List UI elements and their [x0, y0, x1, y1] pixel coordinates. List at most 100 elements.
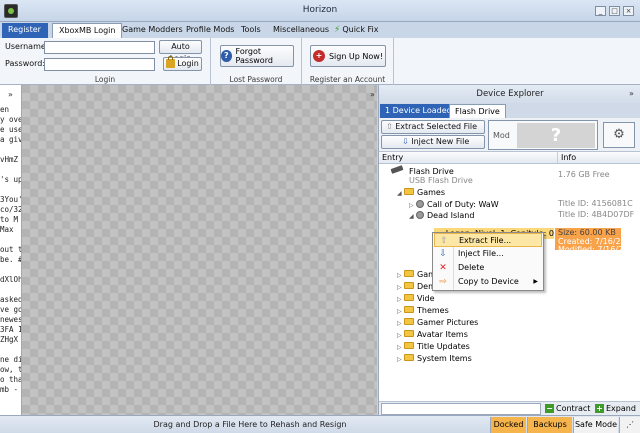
mod-image: ? — [517, 123, 595, 148]
tree-game-dead-island[interactable]: ◢ Dead Island — [409, 210, 474, 221]
signup-icon: + — [312, 50, 325, 62]
folder-label: Themes — [417, 306, 449, 315]
inject-new-button[interactable]: ⇩ Inject New File — [381, 135, 485, 149]
docked-button[interactable]: Docked — [490, 417, 526, 433]
status-bar: Drag and Drop a File Here to Rehash and … — [0, 415, 640, 433]
login-button-label: Login — [177, 59, 199, 68]
username-field[interactable] — [44, 41, 155, 54]
game1-title-id: Title ID: 4156081C — [558, 199, 633, 208]
close-icon[interactable]: × — [623, 6, 634, 16]
column-entry[interactable]: Entry — [382, 152, 403, 163]
extract-icon: ⇧ — [386, 122, 396, 131]
left-text-line: newes — [0, 315, 22, 324]
expand-button[interactable]: + Expand — [594, 403, 636, 415]
extract-selected-button[interactable]: ⇧ Extract Selected File — [381, 120, 485, 134]
left-text-panel: eny ovee usea give vHmZ 's up 3You'co/32to … — [0, 85, 22, 415]
column-info[interactable]: Info — [557, 152, 640, 163]
folder-icon — [404, 270, 414, 277]
forgot-password-button[interactable]: ? Forgot Password — [220, 45, 294, 67]
minimize-icon[interactable]: _ — [595, 6, 606, 16]
inject-icon: ⇩ — [439, 249, 447, 259]
tree-folder-partial[interactable]: ▷ Dem — [397, 281, 436, 292]
tab-quick-fix[interactable]: ⚡ Quick Fix — [328, 23, 384, 38]
collapse-left-icon[interactable]: » — [8, 90, 13, 99]
tree-folder-themes[interactable]: ▷ Themes — [397, 305, 449, 316]
extract-selected-label: Extract Selected File — [395, 122, 478, 131]
left-text-line: en — [0, 105, 10, 114]
left-text-line: ow, th — [0, 365, 21, 374]
tree-folder-gamer-pictures[interactable]: ▷ Gamer Pictures — [397, 317, 478, 328]
auto-login-button[interactable]: Auto Login — [159, 40, 202, 63]
menu-copy-to-device[interactable]: ⇨ Copy to Device ▶ — [434, 275, 542, 289]
tree-folder-avatar-items[interactable]: ▷ Avatar Items — [397, 329, 468, 340]
collapse-triangle-icon[interactable]: ▷ — [397, 318, 404, 329]
settings-gear-icon[interactable]: ⚙ — [603, 122, 635, 148]
register-group-label: Register an Account — [309, 75, 386, 84]
login-button[interactable]: Login — [163, 56, 202, 71]
tree-folder-partial[interactable]: ▷ Vide — [397, 293, 435, 304]
inject-new-label: Inject New File — [411, 137, 470, 146]
folder-label: System Items — [417, 354, 472, 363]
backups-button[interactable]: Backups — [527, 417, 572, 433]
lightning-icon: ⚡ — [334, 25, 341, 35]
tree-folder-games[interactable]: ◢ Games — [397, 187, 445, 198]
tree-columns: Entry Info — [379, 152, 640, 164]
collapse-triangle-icon[interactable]: ▷ — [397, 306, 404, 317]
collapse-triangle-icon[interactable]: ▷ — [397, 330, 404, 341]
tree-folder-title-updates[interactable]: ▷ Title Updates — [397, 341, 470, 352]
tab-tools[interactable]: Tools — [235, 23, 267, 38]
drop-canvas[interactable] — [22, 85, 377, 415]
collapse-triangle-icon[interactable]: ▷ — [397, 354, 404, 365]
expand-triangle-icon[interactable]: ◢ — [409, 211, 416, 222]
left-text-line: dXlOh — [0, 275, 22, 284]
game-label: Dead Island — [427, 211, 475, 220]
filter-input[interactable] — [381, 403, 541, 415]
tab-register[interactable]: Register — [2, 23, 48, 38]
left-text-line: ZHgX — [0, 335, 19, 344]
extract-icon: ⇧ — [440, 236, 448, 246]
ribbon-tabs: Register XboxMB Login Game Modders Profi… — [0, 22, 640, 38]
sign-up-button[interactable]: + Sign Up Now! — [310, 45, 386, 67]
expand-label: Expand — [606, 404, 636, 413]
tab-xboxmb-login[interactable]: XboxMB Login — [52, 23, 123, 38]
folder-label: Title Updates — [417, 342, 470, 351]
left-text-line: be. # — [0, 255, 22, 264]
left-text-line: a give — [0, 135, 21, 144]
status-message: Drag and Drop a File Here to Rehash and … — [153, 420, 347, 429]
left-text-line: y ove — [0, 115, 22, 124]
device-explorer-title: Device Explorer — [379, 85, 640, 103]
left-text-line: vHmZ — [0, 155, 19, 164]
tab-profile-mods[interactable]: Profile Mods — [180, 23, 240, 38]
tree-game-cod[interactable]: ▷ Call of Duty: WaW — [409, 199, 499, 210]
menu-extract-file[interactable]: ⇧ Extract File... — [434, 233, 542, 247]
expand-triangle-icon[interactable]: ◢ — [397, 188, 404, 199]
resize-grip-icon[interactable]: ⋰ — [619, 417, 640, 433]
tree-folder-partial[interactable]: ▷ Gam — [397, 269, 436, 280]
collapse-triangle-icon[interactable]: ▷ — [397, 282, 404, 293]
left-text-line: ve go — [0, 305, 22, 314]
menu-label: Copy to Device — [458, 277, 519, 286]
contract-button[interactable]: − Contract — [544, 403, 590, 415]
register-group: + Sign Up Now! Register an Account — [302, 38, 394, 85]
safe-mode-button[interactable]: Safe Mode — [573, 417, 618, 433]
tab-devices-loaded[interactable]: 1 Device Loaded — [380, 104, 457, 118]
collapse-right-icon[interactable]: » — [370, 90, 375, 99]
tab-game-modders[interactable]: Game Modders — [116, 23, 189, 38]
collapse-triangle-icon[interactable]: ▷ — [397, 342, 404, 353]
menu-inject-file[interactable]: ⇩ Inject File... — [434, 247, 542, 261]
collapse-triangle-icon[interactable]: ▷ — [397, 270, 404, 281]
menu-delete[interactable]: ✕ Delete — [434, 261, 542, 275]
tab-flash-drive[interactable]: Flash Drive — [449, 104, 506, 118]
game-disc-icon — [416, 199, 424, 208]
tab-miscellaneous[interactable]: Miscellaneous — [267, 23, 335, 38]
tree-folder-system-items[interactable]: ▷ System Items — [397, 353, 472, 364]
maximize-icon[interactable]: □ — [609, 6, 620, 16]
minus-icon: − — [545, 404, 554, 413]
password-field[interactable] — [44, 58, 155, 71]
collapse-triangle-icon[interactable]: ▷ — [397, 294, 404, 305]
explorer-tabs: 1 Device Loaded Flash Drive — [379, 103, 640, 118]
folder-label: Vide — [417, 294, 435, 303]
tab-quick-fix-label: Quick Fix — [342, 25, 379, 34]
pin-icon[interactable]: » — [629, 89, 634, 98]
folder-icon — [404, 282, 414, 289]
